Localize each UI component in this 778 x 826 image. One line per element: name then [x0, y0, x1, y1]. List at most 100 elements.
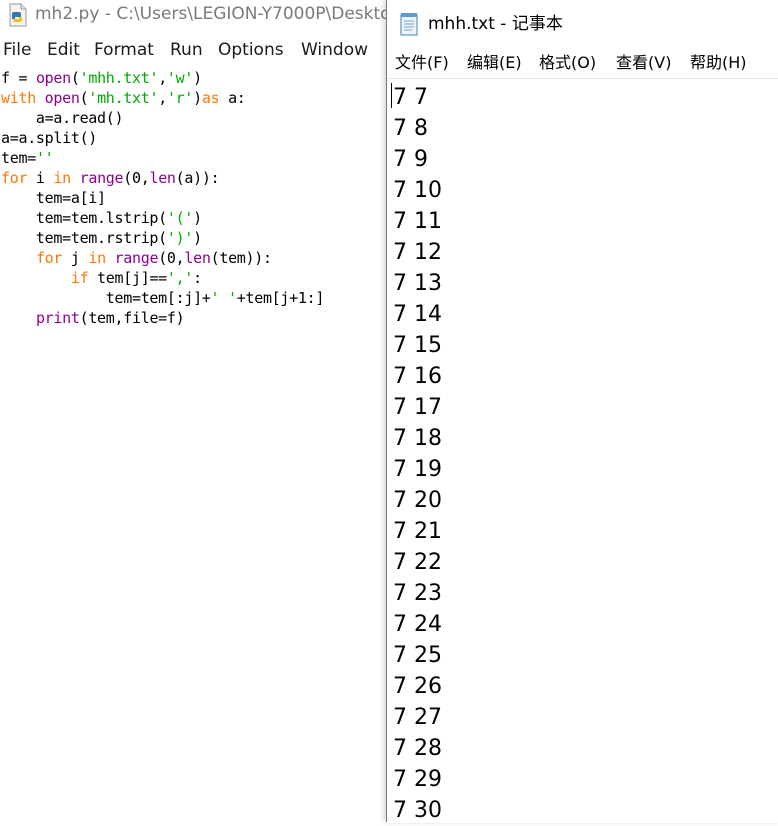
- code-token: '(': [166, 209, 194, 227]
- code-line: if tem[j]==',':: [1, 268, 202, 288]
- text-line: 7 10: [393, 178, 442, 203]
- code-token: for: [1, 169, 28, 187]
- code-line: a=a.read(): [1, 108, 124, 128]
- code-token: j: [62, 249, 89, 267]
- code-token: tem=: [1, 149, 36, 167]
- code-token: (0,: [123, 169, 150, 187]
- code-token: ): [193, 89, 202, 107]
- code-token: '': [35, 149, 54, 167]
- code-line: tem=tem.lstrip('('): [1, 208, 202, 228]
- code-line: tem='': [1, 148, 54, 168]
- code-token: 'w': [166, 69, 194, 87]
- idle-menu-edit[interactable]: Edit: [47, 37, 80, 63]
- code-token: (0,: [158, 249, 185, 267]
- text-line: 7 23: [393, 581, 442, 606]
- text-line: 7 7: [393, 85, 428, 110]
- code-line: tem=tem[:j]+' '+tem[j+1:]: [1, 288, 325, 308]
- code-token: in: [88, 249, 106, 267]
- text-line: 7 19: [393, 457, 442, 482]
- text-line: 7 20: [393, 488, 442, 513]
- idle-menu-window[interactable]: Window: [301, 37, 368, 63]
- code-token: 'mh.txt': [88, 89, 159, 107]
- code-token: with: [1, 89, 36, 107]
- text-line: 7 13: [393, 271, 442, 296]
- code-line: f = open('mhh.txt','w'): [1, 68, 202, 88]
- code-line: with open('mh.txt','r')as a:: [1, 88, 246, 108]
- text-line: 7 18: [393, 426, 442, 451]
- text-line: 7 14: [393, 302, 442, 327]
- code-token: 'r': [166, 89, 194, 107]
- code-line: for i in range(0,len(a)):: [1, 168, 220, 188]
- idle-menu-file[interactable]: File: [3, 37, 31, 63]
- notepad-menu-file[interactable]: 文件(F): [395, 50, 449, 76]
- code-token: ): [193, 229, 202, 247]
- code-token: ')': [166, 229, 194, 247]
- python-file-icon: [9, 3, 27, 27]
- notepad-menu-help[interactable]: 帮助(H): [690, 50, 747, 76]
- text-line: 7 22: [393, 550, 442, 575]
- text-line: 7 28: [393, 736, 442, 761]
- code-token: :: [193, 269, 202, 287]
- code-token: range: [114, 249, 159, 267]
- text-line: 7 11: [393, 209, 442, 234]
- text-line: 7 16: [393, 364, 442, 389]
- code-token: open: [35, 69, 71, 87]
- code-line: a=a.split(): [1, 128, 97, 148]
- text-line: 7 30: [393, 798, 442, 823]
- notepad-menu-edit[interactable]: 编辑(E): [467, 50, 522, 76]
- notepad-menu-format[interactable]: 格式(O): [539, 50, 596, 76]
- code-token: len: [149, 169, 176, 187]
- idle-menu-options[interactable]: Options: [218, 37, 284, 63]
- code-token: a:: [219, 89, 246, 107]
- code-token: a=a.read(): [1, 109, 124, 127]
- notepad-text-area[interactable]: 7 7 7 8 7 9 7 10 7 11 7 12 7 13 7 14 7 15 7 16 7 1…: [387, 78, 778, 823]
- idle-menu-run[interactable]: Run: [170, 37, 203, 63]
- code-token: ): [193, 69, 202, 87]
- code-token: (tem)):: [210, 249, 272, 267]
- text-line: 7 17: [393, 395, 442, 420]
- code-token: (: [70, 69, 80, 87]
- idle-menu-format[interactable]: Format: [94, 37, 154, 63]
- code-token: for: [35, 249, 63, 267]
- code-token: in: [53, 169, 71, 187]
- code-line: tem=tem.rstrip(')'): [1, 228, 202, 248]
- code-token: ): [193, 209, 202, 227]
- text-line: 7 12: [393, 240, 442, 265]
- text-line: 7 25: [393, 643, 442, 668]
- text-line: 7 29: [393, 767, 442, 792]
- text-line: 7 15: [393, 333, 442, 358]
- code-token: as: [201, 89, 220, 107]
- code-line: print(tem,file=f): [1, 308, 185, 328]
- notepad-menubar: 文件(F) 编辑(E) 格式(O) 查看(V) 帮助(H): [387, 50, 778, 76]
- code-token: ' ': [210, 289, 238, 307]
- notepad-menu-view[interactable]: 查看(V): [616, 50, 671, 76]
- code-line: for j in range(0,len(tem)):: [1, 248, 272, 268]
- text-line: 7 21: [393, 519, 442, 544]
- code-token: print: [35, 309, 80, 327]
- code-token: a=a.split(): [1, 129, 98, 147]
- code-token: ,: [158, 69, 167, 87]
- code-token: 'mhh.txt': [79, 69, 159, 87]
- code-token: len: [184, 249, 211, 267]
- text-line: 7 26: [393, 674, 442, 699]
- notepad-window-title: mhh.txt - 记事本: [428, 14, 563, 34]
- notepad-titlebar[interactable]: mhh.txt - 记事本: [387, 0, 778, 48]
- code-editor[interactable]: f = open('mhh.txt','w') with open('mh.txt…: [0, 68, 400, 822]
- code-line: tem=a[i]: [1, 188, 106, 208]
- text-line: 7 8: [393, 116, 428, 141]
- code-token: i: [27, 169, 54, 187]
- code-token: tem=tem.rstrip(: [1, 229, 167, 247]
- code-token: open: [44, 89, 80, 107]
- code-token: if: [70, 269, 89, 287]
- code-token: (a)):: [175, 169, 220, 187]
- code-token: tem=a[i]: [1, 189, 106, 207]
- text-line: 7 27: [393, 705, 442, 730]
- text-line: 7 9: [393, 147, 428, 172]
- code-token: +tem[j+1:]: [236, 289, 325, 307]
- code-token: range: [79, 169, 124, 187]
